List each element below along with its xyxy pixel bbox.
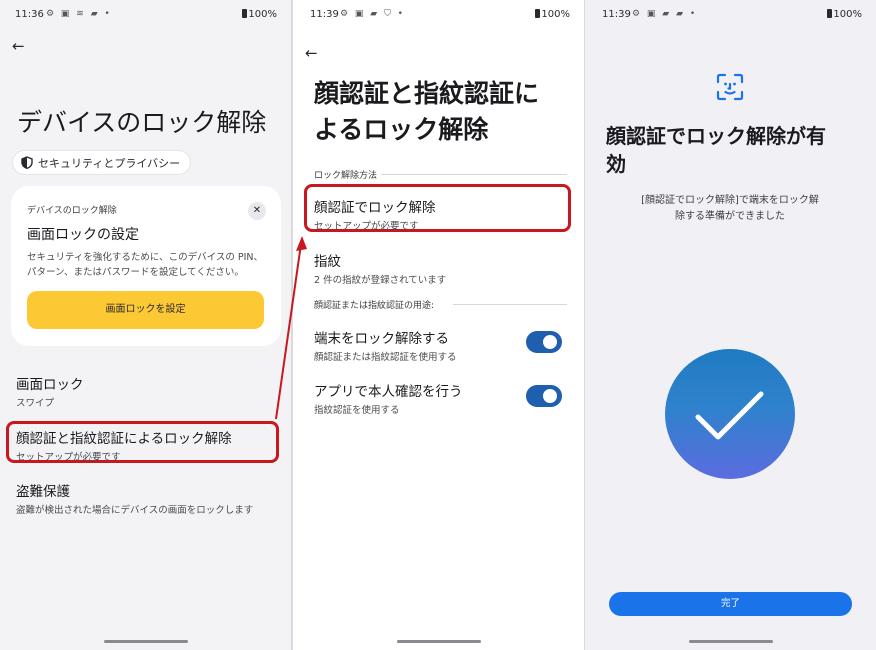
annotation-arrow (275, 236, 307, 420)
